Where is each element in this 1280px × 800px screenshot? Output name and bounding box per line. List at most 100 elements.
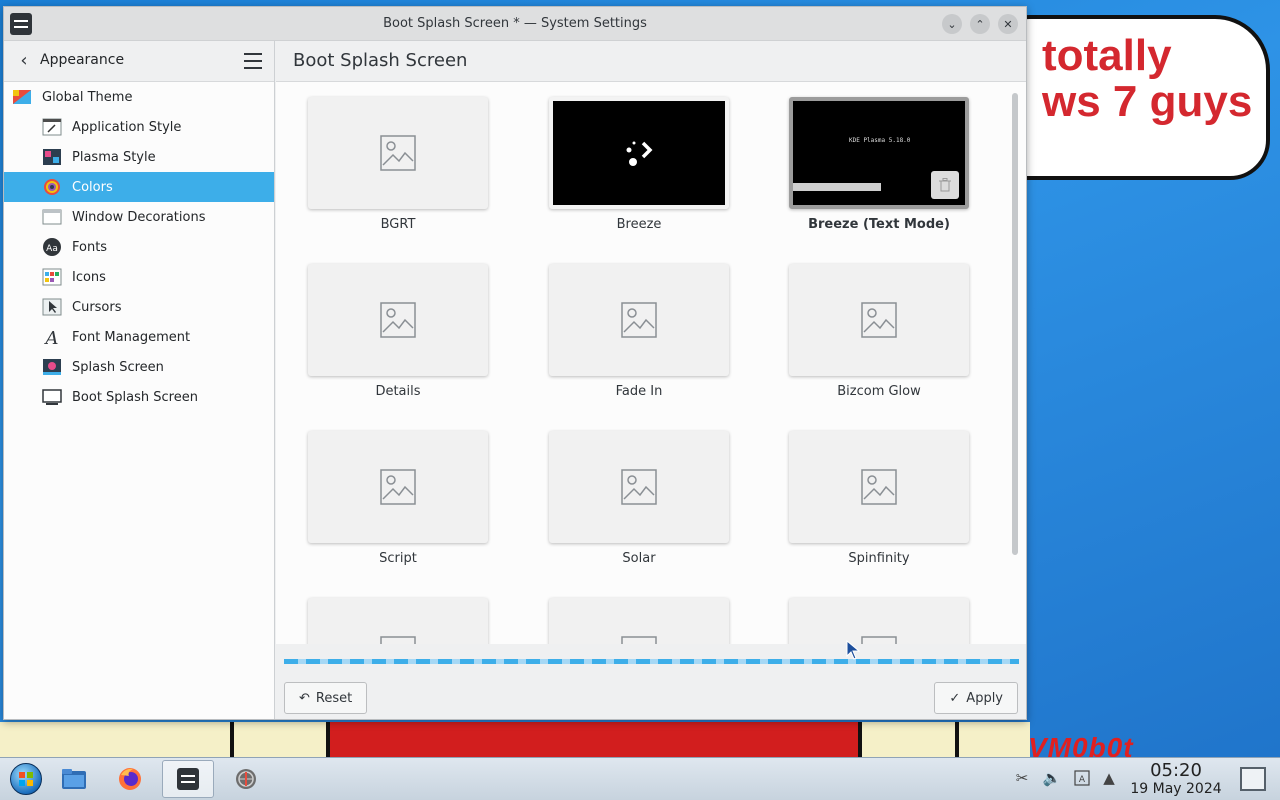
theme-thumbnail — [549, 97, 729, 209]
chevron-down-icon: ⌄ — [947, 17, 957, 31]
sidebar-item-colors[interactable]: Colors — [4, 172, 274, 202]
undo-icon: ↶ — [299, 690, 310, 706]
taskbar: ✂ 🔈 A ▲ 05:20 19 May 2024 — [0, 757, 1280, 800]
clock-time: 05:20 — [1150, 760, 1202, 781]
wallpaper-band — [230, 722, 234, 758]
digital-clock[interactable]: 05:20 19 May 2024 — [1126, 760, 1226, 798]
sidebar-item-label: Fonts — [72, 239, 108, 255]
theme-thumbnail — [308, 97, 488, 209]
folder-icon — [62, 769, 86, 789]
font-management-icon: A — [44, 328, 59, 347]
theme-label: Details — [375, 384, 421, 399]
sidebar-item-font-management[interactable]: A Font Management — [4, 322, 274, 352]
svg-text:A: A — [44, 328, 59, 347]
image-placeholder-icon — [861, 636, 897, 644]
keyboard-layout-icon[interactable]: A — [1072, 768, 1092, 788]
wallpaper-red-block — [330, 722, 858, 758]
sidebar-item-icons[interactable]: Icons — [4, 262, 274, 292]
theme-card-breeze[interactable]: Breeze — [519, 87, 759, 237]
sidebar-item-label: Cursors — [72, 299, 122, 315]
sidebar-header: ‹ Appearance — [4, 41, 274, 82]
icons-icon — [42, 268, 62, 286]
splash-screen-icon — [43, 359, 61, 375]
scissors-icon[interactable]: ✂ — [1012, 768, 1032, 788]
globe-app-icon — [236, 769, 256, 789]
checkmark-icon: ✓ — [949, 690, 961, 706]
sidebar-item-label: Application Style — [72, 119, 182, 135]
theme-thumbnail — [549, 431, 729, 543]
chevron-up-icon: ⌃ — [975, 17, 985, 31]
image-placeholder-icon — [861, 469, 897, 505]
theme-card-bizcom-glow[interactable]: Bizcom Glow — [759, 254, 999, 404]
sidebar-item-window-decorations[interactable]: Window Decorations — [4, 202, 274, 232]
page-header: Boot Splash Screen — [276, 41, 1026, 82]
scrollbar-thumb[interactable] — [1012, 93, 1018, 555]
window-title: Boot Splash Screen * — System Settings — [383, 16, 647, 31]
theme-card-partial[interactable] — [759, 588, 999, 644]
theme-thumbnail — [308, 431, 488, 543]
sidebar-item-label: Colors — [72, 179, 113, 195]
close-button[interactable]: ✕ — [998, 14, 1018, 34]
theme-thumbnail — [789, 264, 969, 376]
desktop-wallpaper-bubble: totally ws 7 guys — [990, 15, 1270, 180]
global-theme-icon — [13, 90, 31, 104]
desktop-wallpaper-strip — [0, 722, 1030, 758]
theme-label: Solar — [622, 551, 656, 566]
sidebar-item-plasma-style[interactable]: Plasma Style — [4, 142, 274, 172]
apply-button[interactable]: ✓ Apply — [934, 682, 1018, 714]
theme-card-fade-in[interactable]: Fade In — [519, 254, 759, 404]
show-desktop-button[interactable] — [1240, 767, 1266, 791]
wallpaper-band — [955, 722, 959, 758]
window-titlebar[interactable]: Boot Splash Screen * — System Settings ⌄… — [4, 7, 1026, 41]
sidebar-item-application-style[interactable]: Application Style — [4, 112, 274, 142]
trash-icon — [939, 178, 951, 192]
svg-text:A: A — [1079, 775, 1086, 785]
maximize-button[interactable]: ⌃ — [970, 14, 990, 34]
theme-card-spinfinity[interactable]: Spinfinity — [759, 421, 999, 571]
delete-theme-button[interactable] — [931, 171, 959, 199]
sidebar-item-splash-screen[interactable]: Splash Screen — [4, 352, 274, 382]
hamburger-menu-button[interactable] — [244, 53, 262, 69]
image-placeholder-icon — [380, 636, 416, 644]
breeze-spinner-icon — [626, 141, 653, 166]
volume-muted-icon[interactable]: 🔈 — [1042, 768, 1062, 788]
taskbar-firefox[interactable] — [104, 760, 156, 798]
vertical-scrollbar[interactable] — [1009, 87, 1021, 647]
sidebar: ‹ Appearance Global Theme Application St… — [4, 41, 275, 719]
taskbar-file-manager[interactable] — [48, 760, 100, 798]
taskbar-app-launcher[interactable] — [220, 760, 272, 798]
reset-label: Reset — [315, 690, 353, 706]
cursors-icon — [42, 298, 62, 316]
reset-button[interactable]: ↶ Reset — [284, 682, 368, 714]
theme-card-script[interactable]: Script — [278, 421, 518, 571]
start-button[interactable] — [0, 760, 52, 798]
sidebar-item-cursors[interactable]: Cursors — [4, 292, 274, 322]
theme-label: BGRT — [380, 217, 416, 232]
theme-label: Breeze (Text Mode) — [808, 217, 950, 232]
theme-card-breeze-text-mode[interactable]: KDE Plasma 5.18.0 Breeze (Text Mode) — [759, 87, 999, 237]
theme-card-bgrt[interactable]: BGRT — [278, 87, 518, 237]
minimize-button[interactable]: ⌄ — [942, 14, 962, 34]
sidebar-item-label: Plasma Style — [72, 149, 156, 165]
theme-card-solar[interactable]: Solar — [519, 421, 759, 571]
windows-logo-icon — [10, 763, 42, 795]
image-placeholder-icon — [621, 469, 657, 505]
taskbar-system-settings[interactable] — [162, 760, 214, 798]
sidebar-item-boot-splash-screen[interactable]: Boot Splash Screen — [4, 382, 274, 412]
clock-date: 19 May 2024 — [1130, 781, 1222, 797]
theme-card-details[interactable]: Details — [278, 254, 518, 404]
sidebar-item-label: Global Theme — [42, 89, 133, 105]
theme-card-partial[interactable] — [519, 588, 759, 644]
sidebar-item-fonts[interactable]: Aa Fonts — [4, 232, 274, 262]
tray-expand-icon[interactable]: ▲ — [1099, 768, 1119, 788]
theme-thumbnail — [789, 598, 969, 644]
theme-card-partial[interactable] — [278, 588, 518, 644]
sidebar-item-global-theme[interactable]: Global Theme — [4, 82, 274, 112]
wallpaper-text-line1: totally — [1042, 31, 1172, 80]
back-button[interactable]: ‹ — [14, 51, 34, 71]
image-placeholder-icon — [380, 469, 416, 505]
apply-label: Apply — [966, 690, 1003, 706]
colors-icon — [44, 179, 60, 195]
theme-label: Spinfinity — [848, 551, 910, 566]
sidebar-item-label: Window Decorations — [72, 209, 206, 225]
